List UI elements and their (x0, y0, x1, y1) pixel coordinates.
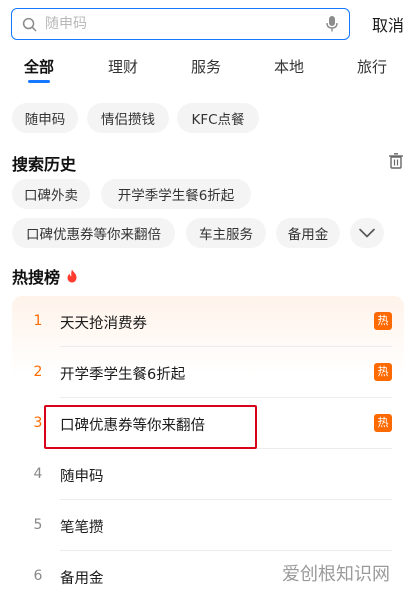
hot-item-title: 备用金 (60, 571, 104, 587)
search-history-title: 搜索历史 (12, 155, 77, 174)
history-chip[interactable]: 备用金 (276, 218, 340, 248)
chevron-down-icon (359, 228, 375, 238)
rank-number: 1 (33, 313, 43, 329)
rank-number: 2 (33, 364, 43, 380)
history-chip[interactable]: 开学季学生餐6折起 (101, 179, 251, 209)
suggestion-chip[interactable]: KFC点餐 (177, 103, 259, 133)
search-icon (22, 17, 37, 31)
suggestion-chip[interactable]: 情侣攒钱 (87, 103, 169, 133)
hot-search-list: 1 天天抢消费券 热 2 开学季学生餐6折起 热 3 口碑优惠券等你来翻倍 热 … (12, 296, 404, 590)
cancel-button[interactable]: 取消 (372, 12, 404, 36)
flame-icon (67, 269, 77, 283)
search-box[interactable] (11, 8, 350, 40)
hot-list-item[interactable]: 3 口碑优惠券等你来翻倍 热 (12, 398, 404, 449)
hot-badge: 热 (374, 312, 392, 330)
history-chip[interactable]: 车主服务 (186, 218, 266, 248)
hot-item-title: 口碑优惠券等你来翻倍 (60, 418, 205, 434)
hot-list-item[interactable]: 5 笔笔攒 (12, 500, 404, 551)
hot-list-item[interactable]: 1 天天抢消费券 热 (12, 296, 404, 347)
tab-services[interactable]: 服务 (191, 56, 221, 77)
microphone-icon[interactable] (325, 15, 339, 33)
hot-item-title: 随申码 (60, 469, 104, 485)
hot-search-title-text: 热搜榜 (12, 268, 61, 287)
history-chip[interactable]: 口碑外卖 (12, 179, 90, 209)
active-tab-indicator (28, 80, 50, 83)
category-tabs: 全部 理财 服务 本地 旅行 (0, 52, 416, 83)
history-chip[interactable]: 口碑优惠券等你来翻倍 (12, 218, 175, 248)
hot-search-title: 热搜榜 (12, 264, 78, 288)
hot-item-title: 笔笔攒 (60, 520, 104, 536)
rank-number: 5 (33, 517, 43, 533)
hot-list-item[interactable]: 4 随申码 (12, 449, 404, 500)
hot-badge: 热 (374, 414, 392, 432)
suggestion-chip[interactable]: 随申码 (12, 103, 78, 133)
tab-travel[interactable]: 旅行 (357, 56, 387, 77)
watermark: 爱创根知识网 (282, 564, 390, 585)
tab-all[interactable]: 全部 (24, 56, 54, 77)
rank-number: 6 (33, 568, 43, 584)
trash-icon[interactable] (388, 152, 404, 170)
hot-list-item[interactable]: 2 开学季学生餐6折起 热 (12, 347, 404, 398)
search-row: 取消 (11, 8, 404, 40)
search-input[interactable] (45, 16, 325, 32)
hot-badge: 热 (374, 363, 392, 381)
hot-item-title: 开学季学生餐6折起 (60, 367, 186, 383)
rank-number: 3 (33, 415, 43, 431)
expand-history-button[interactable] (350, 218, 384, 248)
tab-local[interactable]: 本地 (274, 56, 304, 77)
hot-item-title: 天天抢消费券 (60, 316, 147, 332)
rank-number: 4 (33, 466, 43, 482)
tab-finance[interactable]: 理财 (108, 56, 138, 77)
